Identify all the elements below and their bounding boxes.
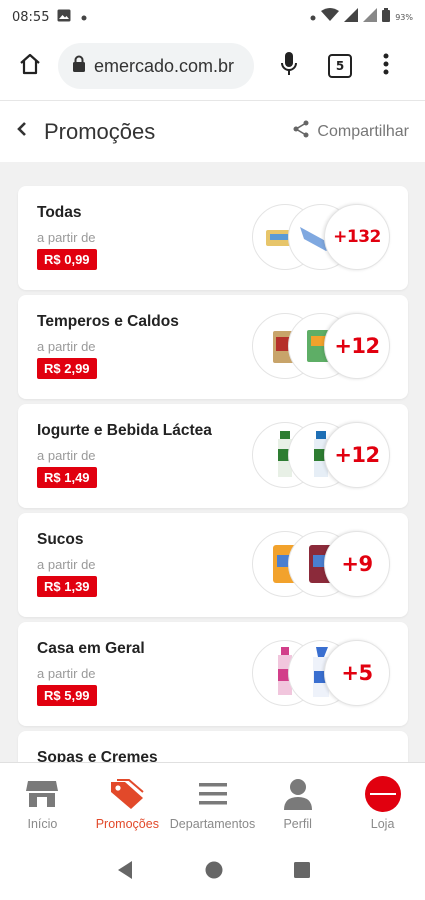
price-badge: R$ 1,49 bbox=[37, 467, 97, 488]
price-badge: R$ 2,99 bbox=[37, 358, 97, 379]
browser-toolbar: emercado.com.br 5 bbox=[0, 34, 425, 98]
price-badge: R$ 0,99 bbox=[37, 249, 97, 270]
back-button[interactable] bbox=[16, 117, 38, 147]
back-triangle-icon[interactable] bbox=[116, 860, 134, 885]
home-icon bbox=[18, 52, 42, 81]
nav-perfil[interactable]: Perfil bbox=[255, 763, 340, 844]
wifi-icon bbox=[321, 8, 340, 26]
notification-dot-icon bbox=[81, 10, 87, 25]
card-subtitle: a partir de bbox=[37, 448, 96, 463]
signal-icon bbox=[344, 8, 359, 26]
card-subtitle: a partir de bbox=[37, 666, 96, 681]
page-title: Promoções bbox=[44, 118, 156, 144]
product-thumbnails: +5 bbox=[252, 640, 390, 706]
person-icon bbox=[280, 777, 316, 811]
more-products-badge[interactable]: +9 bbox=[324, 531, 390, 597]
nav-inicio[interactable]: Início bbox=[0, 763, 85, 844]
voice-search-button[interactable] bbox=[274, 46, 304, 86]
url-text: emercado.com.br bbox=[94, 55, 235, 76]
nav-label: Promoções bbox=[95, 817, 159, 831]
nav-departamentos[interactable]: Departamentos bbox=[170, 763, 255, 844]
more-products-badge[interactable]: +132 bbox=[324, 204, 390, 270]
more-count: +12 bbox=[334, 334, 380, 358]
more-count: +9 bbox=[341, 552, 373, 576]
nav-label: Início bbox=[27, 817, 58, 831]
bottom-navigation: Início Promoções Departamentos Perfil Lo… bbox=[0, 762, 425, 844]
product-thumbnails: +132 bbox=[252, 204, 390, 270]
nav-label: Loja bbox=[370, 817, 395, 831]
promo-card-sopas[interactable]: Sopas e Cremes bbox=[18, 731, 408, 762]
gallery-icon bbox=[57, 9, 71, 26]
notification-dot-icon bbox=[310, 10, 316, 25]
product-thumbnails: +9 bbox=[252, 531, 390, 597]
menu-lines-icon bbox=[195, 777, 231, 811]
card-subtitle: a partir de bbox=[37, 230, 96, 245]
address-bar[interactable]: emercado.com.br bbox=[58, 43, 254, 89]
promo-card-casa[interactable]: Casa em Geral a partir de R$ 5,99 +5 bbox=[18, 622, 408, 726]
nav-label: Departamentos bbox=[169, 817, 256, 831]
price-badge: R$ 5,99 bbox=[37, 685, 97, 706]
promo-card-temperos[interactable]: Temperos e Caldos a partir de R$ 2,99 +1… bbox=[18, 295, 408, 399]
microphone-icon bbox=[280, 51, 298, 82]
lock-icon bbox=[72, 55, 86, 78]
promo-card-sucos[interactable]: Sucos a partir de R$ 1,39 +9 bbox=[18, 513, 408, 617]
tab-switcher-button[interactable]: 5 bbox=[328, 54, 352, 78]
card-title: Casa em Geral bbox=[37, 640, 145, 657]
share-button[interactable]: Compartilhar bbox=[293, 120, 409, 143]
card-subtitle: a partir de bbox=[37, 557, 96, 572]
store-logo-icon bbox=[364, 776, 401, 812]
status-bar: 08:55 93% bbox=[0, 0, 425, 34]
nav-promocoes[interactable]: Promoções bbox=[85, 763, 170, 844]
store-icon bbox=[24, 777, 60, 811]
tag-icon bbox=[109, 777, 145, 811]
browser-menu-button[interactable] bbox=[376, 46, 396, 86]
chevron-left-icon bbox=[16, 121, 28, 142]
card-title: Sopas e Cremes bbox=[37, 749, 158, 762]
page-header: Promoções Compartilhar bbox=[0, 100, 425, 162]
home-circle-icon[interactable] bbox=[205, 861, 223, 884]
price-badge: R$ 1,39 bbox=[37, 576, 97, 597]
card-subtitle: a partir de bbox=[37, 339, 96, 354]
recents-square-icon[interactable] bbox=[293, 861, 310, 883]
battery-icon bbox=[382, 8, 391, 26]
card-title: Sucos bbox=[37, 531, 84, 548]
card-title: Todas bbox=[37, 204, 82, 221]
more-products-badge[interactable]: +12 bbox=[324, 313, 390, 379]
card-title: Temperos e Caldos bbox=[37, 313, 179, 330]
promo-card-iogurte[interactable]: Iogurte e Bebida Láctea a partir de R$ 1… bbox=[18, 404, 408, 508]
home-button[interactable] bbox=[10, 46, 50, 86]
more-count: +5 bbox=[341, 661, 373, 685]
nav-loja[interactable]: Loja bbox=[340, 763, 425, 844]
product-thumbnails: +12 bbox=[252, 313, 390, 379]
promotions-list: Todas a partir de R$ 0,99 +132 Temperos … bbox=[0, 162, 425, 762]
product-thumbnails: +12 bbox=[252, 422, 390, 488]
promo-card-todas[interactable]: Todas a partir de R$ 0,99 +132 bbox=[18, 186, 408, 290]
battery-percentage: 93% bbox=[395, 12, 413, 22]
signal-icon bbox=[363, 8, 378, 26]
nav-label: Perfil bbox=[283, 817, 312, 831]
share-label: Compartilhar bbox=[317, 122, 409, 140]
more-count: +132 bbox=[333, 227, 381, 247]
more-products-badge[interactable]: +12 bbox=[324, 422, 390, 488]
more-count: +12 bbox=[334, 443, 380, 467]
more-products-badge[interactable]: +5 bbox=[324, 640, 390, 706]
more-vertical-icon bbox=[383, 53, 389, 80]
card-title: Iogurte e Bebida Láctea bbox=[37, 422, 212, 439]
status-time: 08:55 bbox=[12, 9, 50, 25]
system-navigation bbox=[0, 844, 425, 900]
share-icon bbox=[293, 120, 309, 143]
